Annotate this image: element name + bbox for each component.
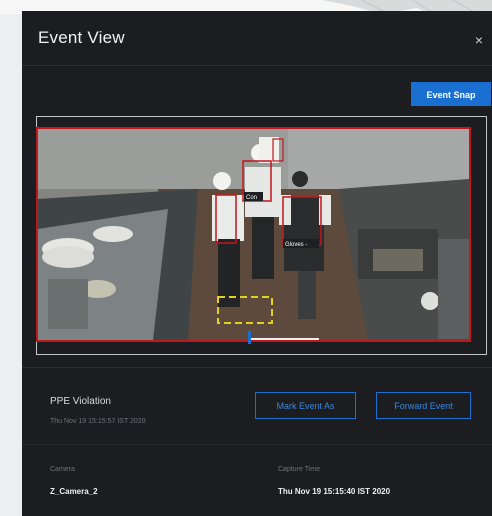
modal-title: Event View [38,28,125,47]
detection-label: Con [246,195,257,201]
event-video[interactable]: Con Gloves - [36,127,471,342]
camera-label: Camera [50,466,75,473]
event-view-modal: Event View × Event Snap Con Gloves - PPE… [22,11,492,516]
capture-time-value: Thu Nov 19 15:15:40 IST 2020 [278,487,391,496]
video-timeline[interactable] [249,338,319,340]
timeline-marker[interactable] [248,331,251,344]
capture-time-label: Capture Time [278,466,321,473]
section-divider [22,444,492,445]
person-back [259,137,279,163]
modal-header: Event View × [22,11,492,66]
event-type: PPE Violation [50,396,111,407]
forward-event-button[interactable]: Forward Event [376,392,471,419]
detection-label: Gloves - [285,242,307,248]
kitchen-scene: Con Gloves - [38,129,469,340]
divider [22,367,492,368]
event-snap-button[interactable]: Event Snap [411,82,491,106]
close-icon[interactable]: × [472,33,486,47]
mark-event-as-button[interactable]: Mark Event As [255,392,356,419]
event-timestamp: Thu Nov 19 15:15:57 IST 2020 [50,418,146,425]
camera-value: Z_Camera_2 [50,487,98,496]
